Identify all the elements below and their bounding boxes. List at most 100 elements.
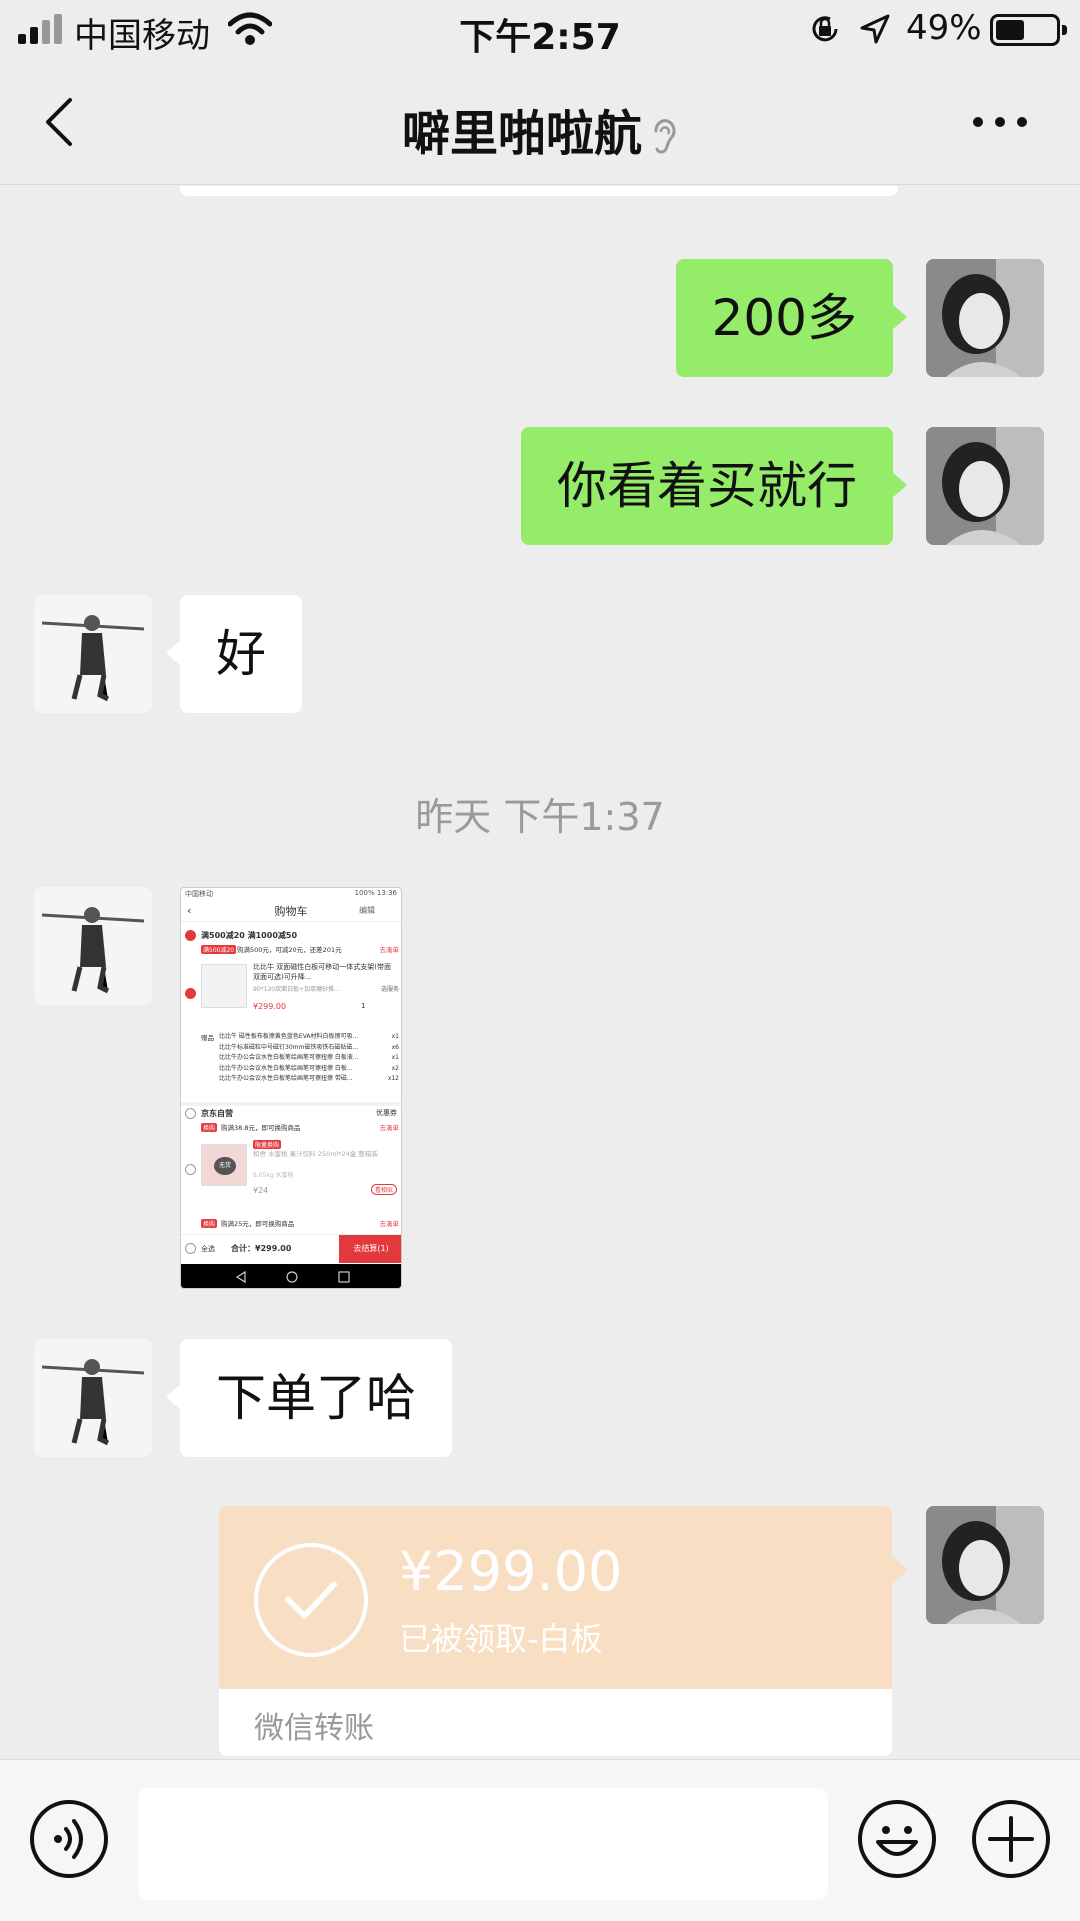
shot-gift-list: 比比牛 磁性板布板擦黄色蓝色EVA材料白板擦可吸... x1 比比牛标准磁粒中号磁… (219, 1032, 399, 1085)
shot-edit: 编辑 (359, 906, 375, 915)
shot-product-title: 比比牛 双面磁性白板可移动一体式支架(带面双面可选)可升降... (253, 963, 391, 981)
shot-item2-similar-button: 看相似 (370, 1184, 397, 1195)
shot-promo3-row: 换购 购满25元，即可换购商品 去凑单 (181, 1218, 401, 1230)
battery-percent: 49% (906, 8, 982, 48)
message-bubble-received[interactable]: 好 (166, 595, 302, 713)
shot-product-row: 比比牛 双面磁性白板可移动一体式支架(带面双面可选)可升降... 90*120双… (181, 960, 401, 1030)
chat-title: 噼里啪啦航 (0, 94, 1080, 164)
shot-go-shop-2: 去凑单 (379, 1220, 400, 1228)
shot-uncheck-icon (185, 1108, 196, 1119)
shot-gift-item: 比比牛办公会议水性白板笔绘画笔可擦扭擦 白板... x2 (219, 1064, 399, 1075)
shot-promo-row: 满500减20 满1000减50 (181, 928, 401, 942)
shot-item2-title: 和舍 水蜜桃 果汁饮料 250ml*24盒 整箱装 (253, 1150, 378, 1158)
nav-bar: 噼里啪啦航 (0, 60, 1080, 185)
shot-product-spec: 90*120双面白板+加厚磨砂推... (253, 986, 340, 993)
shot-gift-item: 比比牛办公会议水性白板笔绘画笔可擦扭擦 带磁... x12 (219, 1074, 399, 1085)
shot-gift-qty: x2 (391, 1064, 399, 1072)
previous-message-card[interactable] (180, 186, 898, 196)
shot-store-promo-tag: 换购 (201, 1123, 218, 1132)
message-bubble-sent[interactable]: 你看着买就行 (521, 427, 907, 545)
shot-check-icon (185, 930, 196, 941)
shot-product-image (201, 964, 247, 1008)
monk-avatar-icon (34, 887, 152, 1005)
shot-gift-qty: x1 (391, 1054, 399, 1061)
shot-product-qty: 1 (361, 1002, 366, 1010)
shot-uncheck-icon (185, 1164, 196, 1175)
shot-go-shop: 去凑单 (379, 1124, 400, 1132)
avatar[interactable] (926, 259, 1044, 377)
shot-item2-spec: 6.05kg 水蜜桃 (253, 1172, 294, 1179)
transfer-card[interactable]: ¥299.00 已被领取-白板 微信转账 (219, 1506, 892, 1756)
shot-uncheck-icon (185, 1243, 196, 1254)
shot-header: ‹ 购物车 编辑 (181, 900, 401, 922)
shot-go-add: 去凑单 (379, 946, 400, 954)
location-arrow-icon (860, 14, 890, 44)
shot-store: 京东自营 (201, 1109, 233, 1118)
more-dots-icon[interactable] (970, 112, 1030, 132)
avatar[interactable] (34, 887, 152, 1005)
shot-title: 购物车 (274, 904, 308, 918)
chat-area[interactable]: 200多 你看着买就行 好 昨天 下午1:37 中国移动 100% 13:36 … (0, 186, 1080, 1758)
woman-avatar-icon (926, 1506, 1044, 1624)
smiley-face-icon (876, 1826, 918, 1856)
avatar[interactable] (926, 427, 1044, 545)
shot-gift-name: 比比牛办公会议水性白板笔绘画笔可擦扭擦 白板液... (219, 1054, 359, 1061)
input-bar (0, 1759, 1080, 1921)
image-message[interactable]: 中国移动 100% 13:36 ‹ 购物车 编辑 满500减20 满1000减5… (180, 887, 402, 1289)
shot-promo-note: 购满500元，可减20元，还差201元 (237, 946, 342, 954)
transfer-tail (892, 1556, 908, 1584)
shot-item2-row: 无货 限量换购 和舍 水蜜桃 果汁饮料 250ml*24盒 整箱装 6.05kg… (181, 1138, 401, 1202)
shot-gift-label: 赠品 (201, 1034, 214, 1042)
shot-gifts: 赠品 比比牛 磁性板布板擦黄色蓝色EVA材料白板擦可吸... x1 比比牛标准磁粒… (181, 1032, 401, 1088)
shot-promo3: 购满25元，即可换购商品 (221, 1220, 295, 1228)
transfer-card-top: ¥299.00 已被领取-白板 (219, 1506, 892, 1689)
shot-gift-item: 比比牛办公会议水性白板笔绘画笔可擦扭擦 白板液... x1 (219, 1053, 399, 1064)
shot-gift-qty: x12 (387, 1075, 399, 1082)
plus-sign-icon (988, 1816, 1034, 1862)
message-bubble-sent[interactable]: 200多 (675, 259, 908, 377)
battery-icon (990, 14, 1067, 46)
transfer-type: 微信转账 (254, 1711, 374, 1746)
shot-gift-qty: x6 (391, 1043, 399, 1051)
shot-check-icon (185, 988, 196, 999)
shot-back-icon: ‹ (187, 904, 192, 917)
android-nav-icons (235, 1270, 350, 1284)
transfer-description: 已被领取-白板 (399, 1620, 603, 1658)
shot-item2-img-label: 无货 (214, 1157, 236, 1175)
check-icon (284, 1581, 338, 1619)
shot-gift-item: 比比牛 磁性板布板擦黄色蓝色EVA材料白板擦可吸... x1 (219, 1032, 399, 1043)
shot-promo3-tag: 换购 (201, 1219, 218, 1228)
shot-total: 合计：¥299.00 (231, 1244, 292, 1253)
shot-store-promo-row: 换购 购满38.8元，即可换购商品 去凑单 (181, 1122, 401, 1134)
timestamp: 昨天 下午1:37 (415, 795, 665, 839)
voice-icon[interactable] (30, 1800, 108, 1878)
shot-gift-qty: x1 (391, 1033, 399, 1040)
shot-checkout-button: 去结算(1) (339, 1235, 401, 1263)
shot-item2-price: ¥24 (253, 1186, 269, 1195)
shot-store-promo: 购满38.8元，即可换购商品 (221, 1124, 301, 1132)
monk-avatar-icon (34, 1339, 152, 1457)
plus-icon[interactable] (972, 1800, 1050, 1878)
shot-promo-note-row: 满500减20 购满500元，可减20元，还差201元 去凑单 (181, 944, 401, 956)
shot-promo: 满500减20 满1000减50 (201, 931, 298, 940)
shot-item2-image: 无货 (201, 1144, 247, 1186)
avatar[interactable] (34, 595, 152, 713)
monk-avatar-icon (34, 595, 152, 713)
shot-android-nav (181, 1264, 401, 1288)
check-circle-icon (254, 1543, 368, 1657)
status-bar: 中国移动 下午2:57 49% (0, 0, 1080, 60)
avatar[interactable] (34, 1339, 152, 1457)
shot-promo-tag: 满500减20 (201, 945, 237, 954)
shot-carrier: 中国移动 (185, 890, 213, 898)
shot-store-row: 京东自营 优惠券 (181, 1102, 401, 1119)
avatar[interactable] (926, 1506, 1044, 1624)
shot-gift-name: 比比牛标准磁粒中号磁钉30mm磁铁吸铁石磁贴磁... (219, 1043, 359, 1051)
message-input[interactable] (138, 1788, 828, 1900)
woman-avatar-icon (926, 259, 1044, 377)
emoji-icon[interactable] (858, 1800, 936, 1878)
shot-gift-name: 比比牛 磁性板布板擦黄色蓝色EVA材料白板擦可吸... (219, 1033, 359, 1040)
shot-coupon: 优惠券 (376, 1109, 397, 1117)
message-bubble-received[interactable]: 下单了哈 (166, 1339, 452, 1457)
shot-status-bar: 中国移动 100% 13:36 (181, 888, 401, 900)
transfer-amount: ¥299.00 (399, 1540, 623, 1603)
